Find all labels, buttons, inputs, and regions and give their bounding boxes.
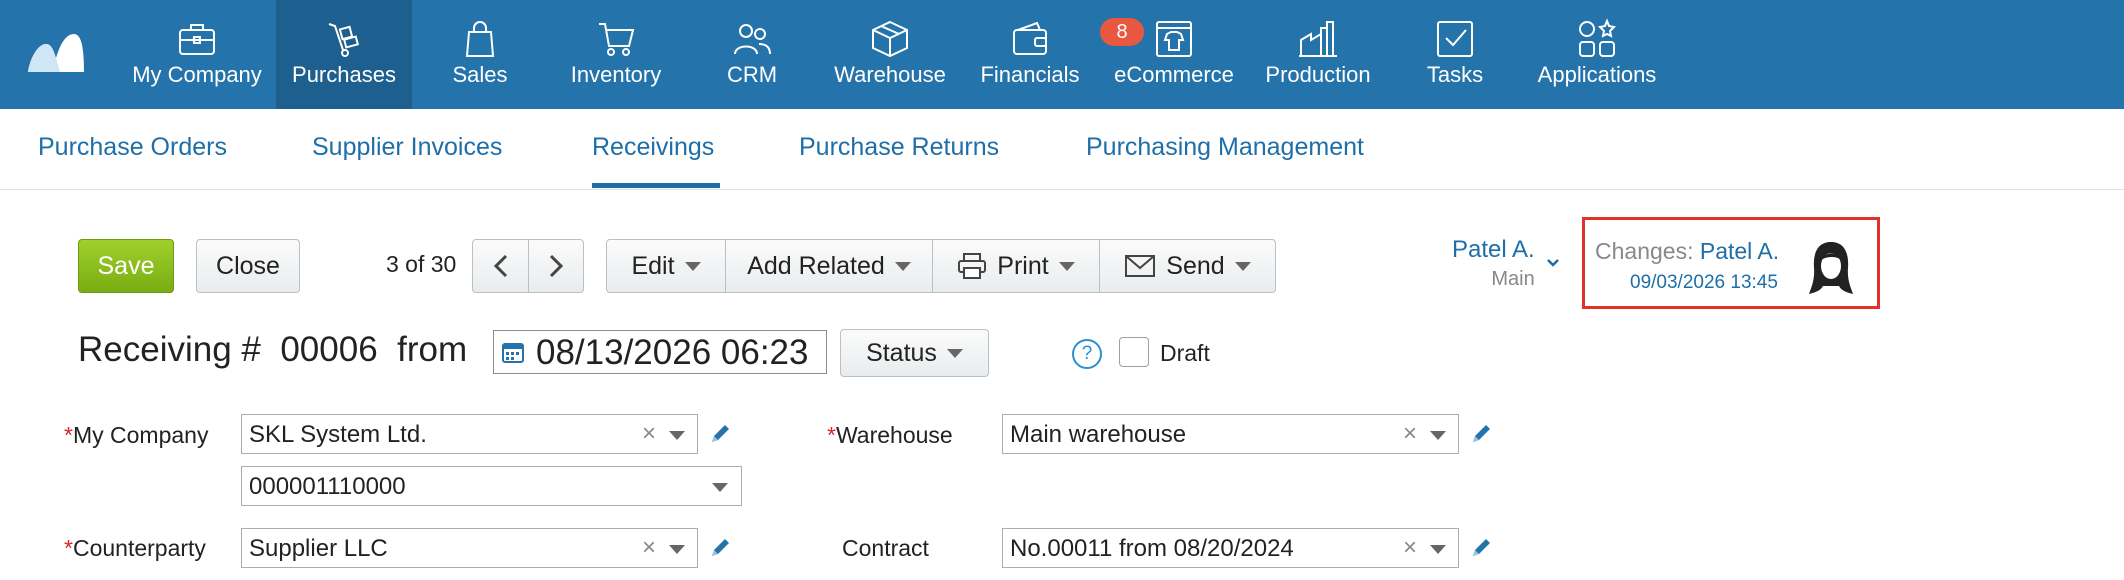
company-code-select[interactable]: 000001110000 [241, 466, 742, 506]
active-tab-indicator [592, 183, 720, 188]
clear-icon[interactable]: × [642, 534, 656, 562]
tasks-badge: 8 [1100, 18, 1144, 46]
counterparty-label: *Counterparty [64, 535, 206, 561]
send-menu-button[interactable]: Send [1099, 239, 1276, 293]
people-icon [731, 18, 773, 60]
contract-label: Contract [842, 535, 929, 561]
next-record-button[interactable] [528, 239, 584, 293]
chevron-down-icon [1234, 261, 1251, 271]
store-icon [1153, 18, 1195, 60]
help-icon[interactable]: ? [1072, 339, 1102, 369]
nav-warehouse[interactable]: Warehouse [820, 0, 960, 109]
nav-my-company[interactable]: My Company [124, 0, 270, 109]
nav-purchases[interactable]: Purchases [276, 0, 412, 109]
contract-select[interactable]: No.00011 from 08/20/2024 × [1002, 528, 1459, 568]
box-icon [869, 18, 911, 60]
print-menu-button[interactable]: Print [932, 239, 1100, 293]
changes-info: Changes: Patel A. 09/03/2026 13:45 [1582, 217, 1880, 309]
nav-ecommerce[interactable]: eCommerce [1100, 0, 1248, 109]
chevron-down-icon [946, 348, 963, 358]
shopping-bag-icon [459, 18, 501, 60]
user-name: Patel A. [1452, 236, 1535, 263]
nav-inventory[interactable]: Inventory [548, 0, 684, 109]
save-button[interactable]: Save [78, 239, 174, 293]
clear-icon[interactable]: × [642, 420, 656, 448]
nav-tasks[interactable]: Tasks [1388, 0, 1522, 109]
document-date-input[interactable]: 08/13/2026 06:23 [493, 330, 827, 374]
document-number: 00006 [280, 330, 378, 369]
chevron-left-icon [493, 254, 507, 278]
company-label: *My Company [64, 422, 209, 448]
user-subtitle: Main [1491, 268, 1535, 290]
logo-icon[interactable] [26, 30, 86, 74]
nav-applications[interactable]: Applications [1522, 0, 1672, 109]
draft-label: Draft [1160, 340, 1210, 366]
factory-icon [1297, 18, 1339, 60]
tab-receivings[interactable]: Receivings [592, 133, 714, 162]
nav-sales[interactable]: Sales [412, 0, 548, 109]
changes-timestamp: 09/03/2026 13:45 [1630, 272, 1778, 293]
status-dropdown[interactable]: Status [840, 329, 989, 377]
envelope-icon [1125, 255, 1156, 277]
tab-purchasing-management[interactable]: Purchasing Management [1086, 133, 1364, 162]
hand-truck-icon [323, 18, 365, 60]
tab-purchase-orders[interactable]: Purchase Orders [38, 133, 227, 162]
add-related-menu-button[interactable]: Add Related [725, 239, 933, 293]
chevron-down-icon[interactable] [1546, 258, 1560, 268]
calendar-icon[interactable] [502, 341, 524, 363]
page-title: Receiving # 00006 from [78, 330, 468, 369]
warehouse-label: *Warehouse [827, 422, 953, 448]
pencil-icon[interactable] [708, 536, 732, 560]
nav-financials[interactable]: Financials [960, 0, 1100, 109]
chevron-down-icon[interactable] [712, 483, 728, 492]
chevron-down-icon[interactable] [669, 431, 685, 440]
pencil-icon[interactable] [1469, 422, 1493, 446]
wallet-icon [1009, 18, 1051, 60]
tab-supplier-invoices[interactable]: Supplier Invoices [312, 133, 502, 162]
company-select[interactable]: SKL System Ltd. × [241, 414, 698, 454]
edit-menu-button[interactable]: Edit [606, 239, 726, 293]
top-navigation: My Company Purchases Sales Inventory CRM… [0, 0, 2124, 109]
sub-navigation: Purchase Orders Supplier Invoices Receiv… [0, 109, 2124, 190]
record-counter: 3 of 30 [386, 251, 457, 277]
chevron-down-icon [894, 261, 911, 271]
counterparty-select[interactable]: Supplier LLC × [241, 528, 698, 568]
changes-label: Changes: [1595, 238, 1694, 264]
chevron-down-icon[interactable] [1430, 545, 1446, 554]
close-button[interactable]: Close [196, 239, 300, 293]
clear-icon[interactable]: × [1403, 420, 1417, 448]
cart-icon [595, 18, 637, 60]
previous-record-button[interactable] [472, 239, 529, 293]
printer-icon [958, 253, 987, 279]
nav-production[interactable]: Production [1248, 0, 1388, 109]
draft-checkbox[interactable] [1119, 337, 1149, 367]
tab-purchase-returns[interactable]: Purchase Returns [799, 133, 999, 162]
chevron-down-icon [684, 261, 701, 271]
apps-grid-icon [1576, 18, 1618, 60]
chevron-down-icon[interactable] [669, 545, 685, 554]
nav-crm[interactable]: CRM [684, 0, 820, 109]
warehouse-select[interactable]: Main warehouse × [1002, 414, 1459, 454]
chevron-right-icon [549, 254, 564, 278]
pencil-icon[interactable] [1469, 536, 1493, 560]
chevron-down-icon[interactable] [1430, 431, 1446, 440]
clear-icon[interactable]: × [1403, 534, 1417, 562]
avatar [1809, 242, 1853, 294]
user-switcher[interactable]: Patel A. Main [1452, 236, 1535, 291]
pencil-icon[interactable] [708, 422, 732, 446]
changes-user-link[interactable]: Patel A. [1700, 238, 1779, 264]
briefcase-icon [176, 18, 218, 60]
check-inbox-icon [1434, 18, 1476, 60]
chevron-down-icon [1058, 261, 1075, 271]
